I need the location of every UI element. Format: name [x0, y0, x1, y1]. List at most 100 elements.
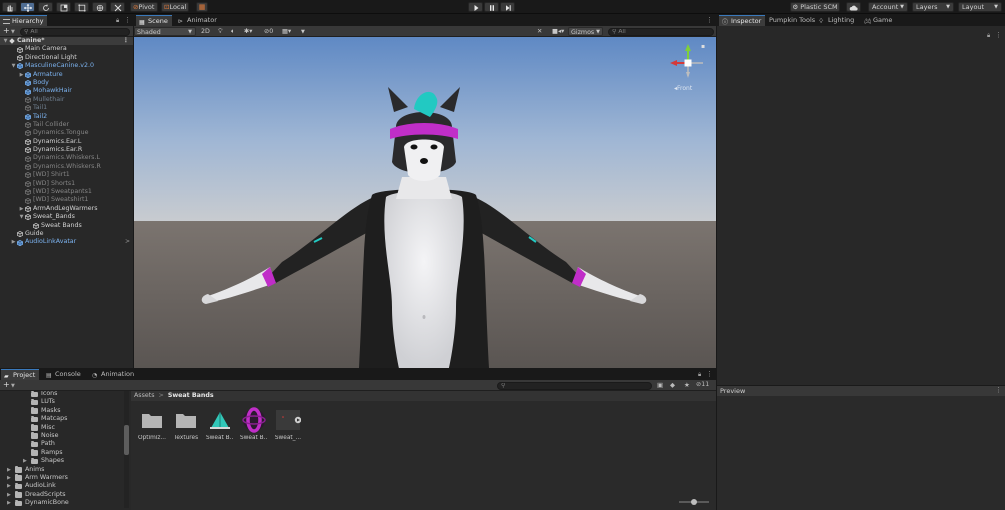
expand-arrow-closed-icon[interactable]: ▶ — [7, 466, 11, 474]
tools-toggle[interactable]: ✕ — [537, 27, 542, 36]
hierarchy-item[interactable]: Tail Collider — [0, 121, 133, 129]
overlay-menu[interactable]: ▼ — [301, 27, 305, 36]
filter-by-type-icon[interactable]: ▣ — [657, 381, 663, 389]
hierarchy-item[interactable]: Mullethair — [0, 96, 133, 104]
folder-tree-item[interactable]: Matcaps — [0, 415, 130, 423]
hierarchy-item[interactable]: Guide — [0, 230, 133, 238]
scene-viewport[interactable]: ▪ ◂Front — [134, 37, 716, 368]
expand-arrow-closed-icon[interactable]: ▶ — [7, 491, 11, 499]
hierarchy-item[interactable]: Dynamics.Whiskers.R — [0, 163, 133, 171]
pivot-toggle[interactable]: ⊘Pivot — [130, 2, 158, 12]
hierarchy-item[interactable]: Tail1 — [0, 104, 133, 112]
folder-tree-item[interactable]: ▶ DynamicBone — [0, 499, 130, 507]
favorite-icon[interactable]: ★ — [684, 381, 690, 389]
custom-tool-button[interactable] — [110, 2, 125, 12]
hidden-objects-toggle[interactable]: ⊘0 — [264, 27, 273, 36]
asset-item-material[interactable]: Sweat B... — [240, 407, 268, 441]
hand-tool-button[interactable] — [2, 2, 17, 12]
tab-animation[interactable]: ◔ Animation — [89, 369, 138, 380]
scrollbar-thumb[interactable] — [124, 425, 129, 455]
more-options-icon[interactable]: ⋮ — [995, 386, 1002, 395]
expand-arrow-closed-icon[interactable]: ▶ — [19, 205, 24, 213]
toggle-2d-button[interactable]: 2D — [201, 27, 210, 36]
expand-arrow-open-icon[interactable]: ▼ — [11, 62, 16, 70]
hierarchy-item[interactable]: ▼ Sweat_Bands — [0, 213, 133, 221]
layers-dropdown[interactable]: Layers ▼ — [912, 2, 954, 12]
hierarchy-item[interactable]: Main Camera — [0, 45, 133, 53]
folder-tree-item[interactable]: ▶ Anims — [0, 466, 130, 474]
add-icon[interactable]: + — [3, 381, 10, 389]
pause-button[interactable] — [484, 2, 499, 12]
more-options-icon[interactable]: ⋮ — [706, 16, 713, 25]
expand-arrow-closed-icon[interactable]: ▶ — [19, 71, 24, 79]
rect-tool-button[interactable] — [74, 2, 89, 12]
folder-tree-item[interactable]: ▶ AudioLink — [0, 482, 130, 490]
hierarchy-item[interactable]: ▶ ArmAndLegWarmers — [0, 205, 133, 213]
tab-project[interactable]: ▰ Project — [1, 369, 40, 380]
lock-icon[interactable]: 🔒︎ — [116, 16, 122, 25]
lock-icon[interactable]: 🔒︎ — [698, 370, 704, 379]
effects-dropdown[interactable]: ✱▾ — [244, 27, 252, 36]
more-options-icon[interactable]: ⋮ — [123, 37, 129, 45]
filter-by-label-icon[interactable]: ◆ — [670, 381, 675, 389]
more-options-icon[interactable]: ⋮ — [995, 31, 1002, 40]
hierarchy-item[interactable]: [WD] Shorts1 — [0, 180, 133, 188]
open-prefab-chevron-icon[interactable]: > — [125, 238, 130, 246]
expand-arrow-closed-icon[interactable]: ▶ — [11, 238, 16, 246]
hierarchy-item[interactable]: [WD] Sweatpants1 — [0, 188, 133, 196]
lighting-toggle[interactable]: 💡︎ — [218, 27, 222, 36]
hierarchy-item[interactable]: [WD] Sweatshirt1 — [0, 196, 133, 204]
folder-tree-item[interactable]: Noise — [0, 432, 130, 440]
hierarchy-item[interactable]: Body — [0, 79, 133, 87]
folder-tree-item[interactable]: Masks — [0, 407, 130, 415]
camera-dropdown[interactable]: ■◂▾ — [552, 27, 564, 36]
tab-lighting[interactable]: 💡︎ Lighting — [816, 15, 858, 26]
slider-knob[interactable] — [691, 499, 697, 505]
tab-scene[interactable]: ▦ Scene — [136, 15, 172, 26]
hierarchy-item[interactable]: Directional Light — [0, 54, 133, 62]
asset-item-prefab[interactable]: Sweat_... — [274, 407, 302, 441]
hierarchy-item[interactable]: Tail2 — [0, 113, 133, 121]
more-options-icon[interactable]: ⋮ — [124, 16, 131, 25]
folder-tree-item[interactable]: Misc — [0, 424, 130, 432]
expand-arrow-open-icon[interactable]: ▼ — [19, 213, 24, 221]
tab-pumpkin-tools[interactable]: Pumpkin Tools — [766, 15, 819, 26]
hierarchy-item[interactable]: Dynamics.Ear.L — [0, 138, 133, 146]
folder-tree-item[interactable]: ▶ Arm Warmers — [0, 474, 130, 482]
folder-tree-scrollbar[interactable] — [124, 391, 129, 508]
layout-dropdown[interactable]: Layout ▼ — [958, 2, 1002, 12]
hierarchy-item[interactable]: [WD] Shirt1 — [0, 171, 133, 179]
cloud-button[interactable] — [846, 2, 861, 12]
folder-tree-item[interactable]: ▶ Shapes — [0, 457, 130, 465]
tab-animator[interactable]: ⊳ Animator — [175, 15, 221, 26]
shading-mode-dropdown[interactable]: Shaded ▼ — [134, 27, 196, 36]
play-button[interactable] — [468, 2, 483, 12]
lock-icon[interactable]: 🔒︎ — [987, 31, 993, 40]
rotate-tool-button[interactable] — [38, 2, 53, 12]
breadcrumb-root[interactable]: Assets — [134, 392, 155, 399]
hierarchy-item[interactable]: ▼ MasculineCanine.v2.0 — [0, 62, 133, 70]
expand-arrow-open-icon[interactable]: ▼ — [3, 37, 8, 45]
hierarchy-item[interactable]: Dynamics.Whiskers.L — [0, 154, 133, 162]
more-options-icon[interactable]: ⋮ — [706, 370, 713, 379]
tab-console[interactable]: ▤ Console — [43, 369, 85, 380]
expand-arrow-closed-icon[interactable]: ▶ — [7, 474, 11, 482]
asset-item-folder[interactable]: Optimiz... — [138, 407, 166, 441]
project-search-input[interactable]: ⚲ — [497, 381, 652, 390]
hierarchy-scene-root[interactable]: ▼ Canine* ⋮ — [0, 37, 133, 46]
expand-arrow-closed-icon[interactable]: ▶ — [23, 457, 27, 465]
folder-tree-item[interactable]: Icons — [0, 391, 130, 398]
expand-arrow-closed-icon[interactable]: ▶ — [7, 482, 11, 490]
folder-tree-item[interactable]: Ramps — [0, 449, 130, 457]
asset-item-mesh[interactable]: Sweat B... — [206, 407, 234, 441]
asset-item-folder[interactable]: Textures — [172, 407, 200, 441]
tab-game[interactable]: 🎮︎Game — [861, 15, 896, 26]
hierarchy-item[interactable]: ▶ Armature — [0, 71, 133, 79]
hierarchy-item[interactable]: MohawkHair — [0, 87, 133, 95]
expand-arrow-closed-icon[interactable]: ▶ — [7, 499, 11, 507]
dropdown-arrow-icon[interactable]: ▼ — [11, 383, 15, 389]
hidden-packages-toggle[interactable]: ⊘11 — [696, 381, 709, 388]
move-tool-button[interactable] — [20, 2, 35, 12]
grid-snap-button[interactable]: ▦ — [196, 2, 208, 12]
scene-search-input[interactable]: ⚲ All — [608, 27, 714, 36]
